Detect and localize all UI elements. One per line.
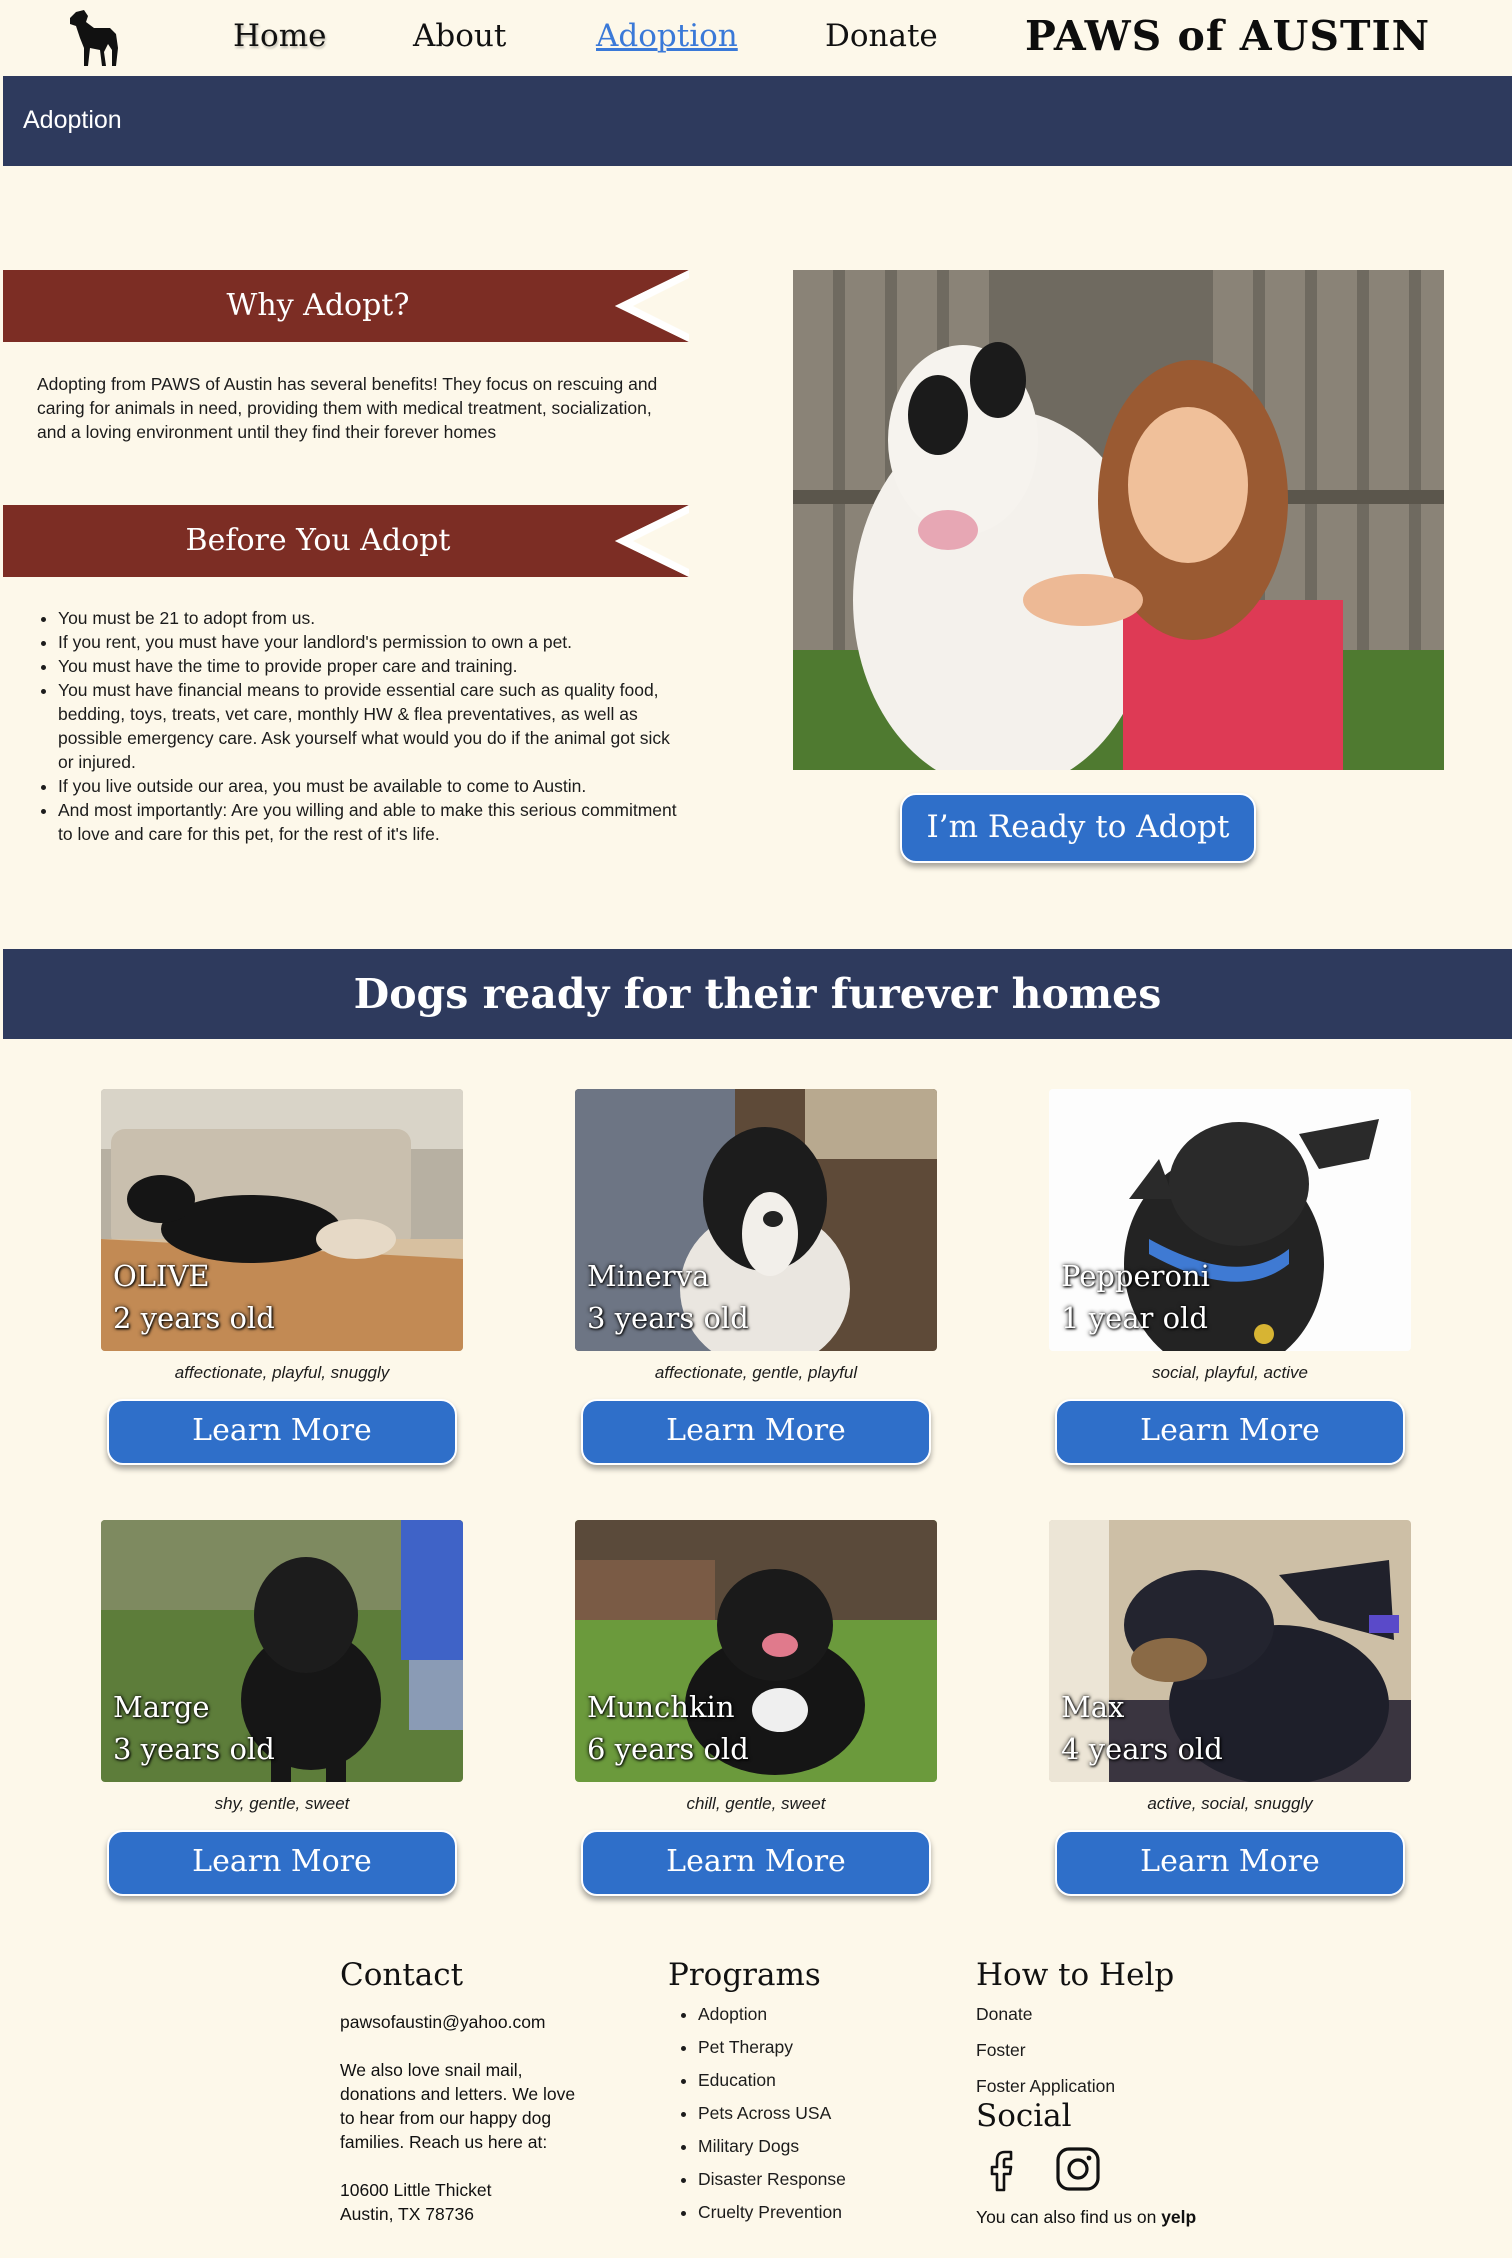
why-adopt-heading: Why Adopt? [226, 288, 410, 323]
dog-traits: affectionate, gentle, playful [654, 1363, 858, 1382]
dog-name: Marge [113, 1690, 210, 1724]
contact-mail-text: We also love snail mail, donations and l… [340, 2060, 576, 2152]
dog-name: Munchkin [587, 1690, 735, 1724]
dog-age: 6 years old [587, 1732, 749, 1766]
requirement-item: You must have financial means to provide… [58, 678, 677, 774]
dog-traits: active, social, snuggly [1147, 1794, 1313, 1813]
program-link[interactable]: Pets Across USA [698, 2097, 846, 2130]
dog-name: Pepperoni [1061, 1259, 1210, 1293]
brand-logo-text[interactable]: PAWS of AUSTIN [1025, 12, 1430, 60]
facebook-icon[interactable] [976, 2144, 1026, 2194]
requirement-item: You must have the time to provide proper… [58, 654, 677, 678]
help-foster-link[interactable]: Foster [976, 2040, 1026, 2061]
why-adopt-text: Adopting from PAWS of Austin has several… [37, 374, 658, 442]
program-link[interactable]: Pet Therapy [698, 2031, 846, 2064]
contact-email[interactable]: pawsofaustin@yahoo.com [340, 2010, 546, 2034]
dogs-section-header: Dogs ready for their furever homes [3, 949, 1512, 1039]
ready-to-adopt-button[interactable]: I’m Ready to Adopt [900, 793, 1256, 863]
learn-more-button[interactable]: Learn More [107, 1830, 457, 1896]
programs-list: Adoption Pet Therapy Education Pets Acro… [680, 1998, 846, 2229]
dogs-section-heading: Dogs ready for their furever homes [353, 970, 1162, 1018]
dog-age: 3 years old [113, 1732, 275, 1766]
dog-name: OLIVE [113, 1259, 210, 1293]
nav-home-link[interactable]: Home [233, 18, 326, 54]
dog-card-olive: OLIVE 2 years old affectionate, playful,… [101, 1089, 463, 1469]
programs-heading: Programs [668, 1957, 821, 1993]
learn-more-button[interactable]: Learn More [1055, 1830, 1405, 1896]
dog-age: 1 year old [1061, 1301, 1208, 1335]
contact-address-line2: Austin, TX 78736 [340, 2204, 474, 2224]
program-link[interactable]: Adoption [698, 1998, 846, 2031]
contact-address-line1: 10600 Little Thicket [340, 2180, 492, 2200]
learn-more-button[interactable]: Learn More [107, 1399, 457, 1465]
dog-card-max: Max 4 years old active, social, snuggly … [1049, 1520, 1411, 1900]
dog-card-minerva: Minerva 3 years old affectionate, gentle… [575, 1089, 937, 1469]
learn-more-button[interactable]: Learn More [1055, 1399, 1405, 1465]
top-nav: Home About Adoption Donate PAWS of AUSTI… [0, 0, 1512, 76]
nav-about-link[interactable]: About [413, 18, 506, 54]
learn-more-button[interactable]: Learn More [581, 1830, 931, 1896]
requirement-item: If you live outside our area, you must b… [58, 774, 677, 798]
requirement-item: You must be 21 to adopt from us. [58, 606, 677, 630]
dog-age: 2 years old [113, 1301, 275, 1335]
program-link[interactable]: Disaster Response [698, 2163, 846, 2196]
dog-traits: shy, gentle, sweet [214, 1794, 350, 1813]
contact-heading: Contact [340, 1957, 464, 1993]
nav-donate-link[interactable]: Donate [825, 18, 938, 54]
yelp-link[interactable]: yelp [1161, 2207, 1196, 2227]
page-title-bar: Adoption [3, 76, 1512, 166]
program-link[interactable]: Military Dogs [698, 2130, 846, 2163]
dog-age: 4 years old [1061, 1732, 1223, 1766]
help-donate-link[interactable]: Donate [976, 2004, 1032, 2025]
dog-logo-icon[interactable] [64, 8, 122, 68]
yelp-prefix: You can also find us on [976, 2207, 1157, 2227]
dog-traits: chill, gentle, sweet [686, 1794, 826, 1813]
social-heading: Social [976, 2098, 1072, 2134]
page-title: Adoption [23, 106, 122, 134]
before-adopt-heading: Before You Adopt [185, 523, 451, 558]
dog-card-munchkin: Munchkin 6 years old chill, gentle, swee… [575, 1520, 937, 1900]
how-to-help-heading: How to Help [976, 1957, 1175, 1993]
program-link[interactable]: Education [698, 2064, 846, 2097]
help-foster-application-link[interactable]: Foster Application [976, 2076, 1115, 2097]
learn-more-button[interactable]: Learn More [581, 1399, 931, 1465]
instagram-icon[interactable] [1053, 2144, 1103, 2194]
yelp-note: You can also find us on yelp [976, 2205, 1196, 2229]
hero-photo-girl-and-dog [793, 270, 1444, 770]
dog-card-pepperoni: Pepperoni 1 year old social, playful, ac… [1049, 1089, 1411, 1469]
dog-name: Max [1061, 1690, 1125, 1724]
requirements-list: You must be 21 to adopt from us. If you … [37, 606, 677, 846]
dog-name: Minerva [587, 1259, 710, 1293]
dog-traits: affectionate, playful, snuggly [174, 1363, 390, 1382]
dog-age: 3 years old [587, 1301, 749, 1335]
requirement-item: If you rent, you must have your landlord… [58, 630, 677, 654]
why-adopt-ribbon: Why Adopt? [3, 270, 689, 342]
dog-traits: social, playful, active [1152, 1363, 1308, 1382]
before-adopt-ribbon: Before You Adopt [3, 505, 689, 577]
dog-card-marge: Marge 3 years old shy, gentle, sweet Lea… [101, 1520, 463, 1900]
requirement-item: And most importantly: Are you willing an… [58, 798, 677, 846]
nav-adoption-link[interactable]: Adoption [596, 18, 738, 54]
program-link[interactable]: Cruelty Prevention [698, 2196, 846, 2229]
